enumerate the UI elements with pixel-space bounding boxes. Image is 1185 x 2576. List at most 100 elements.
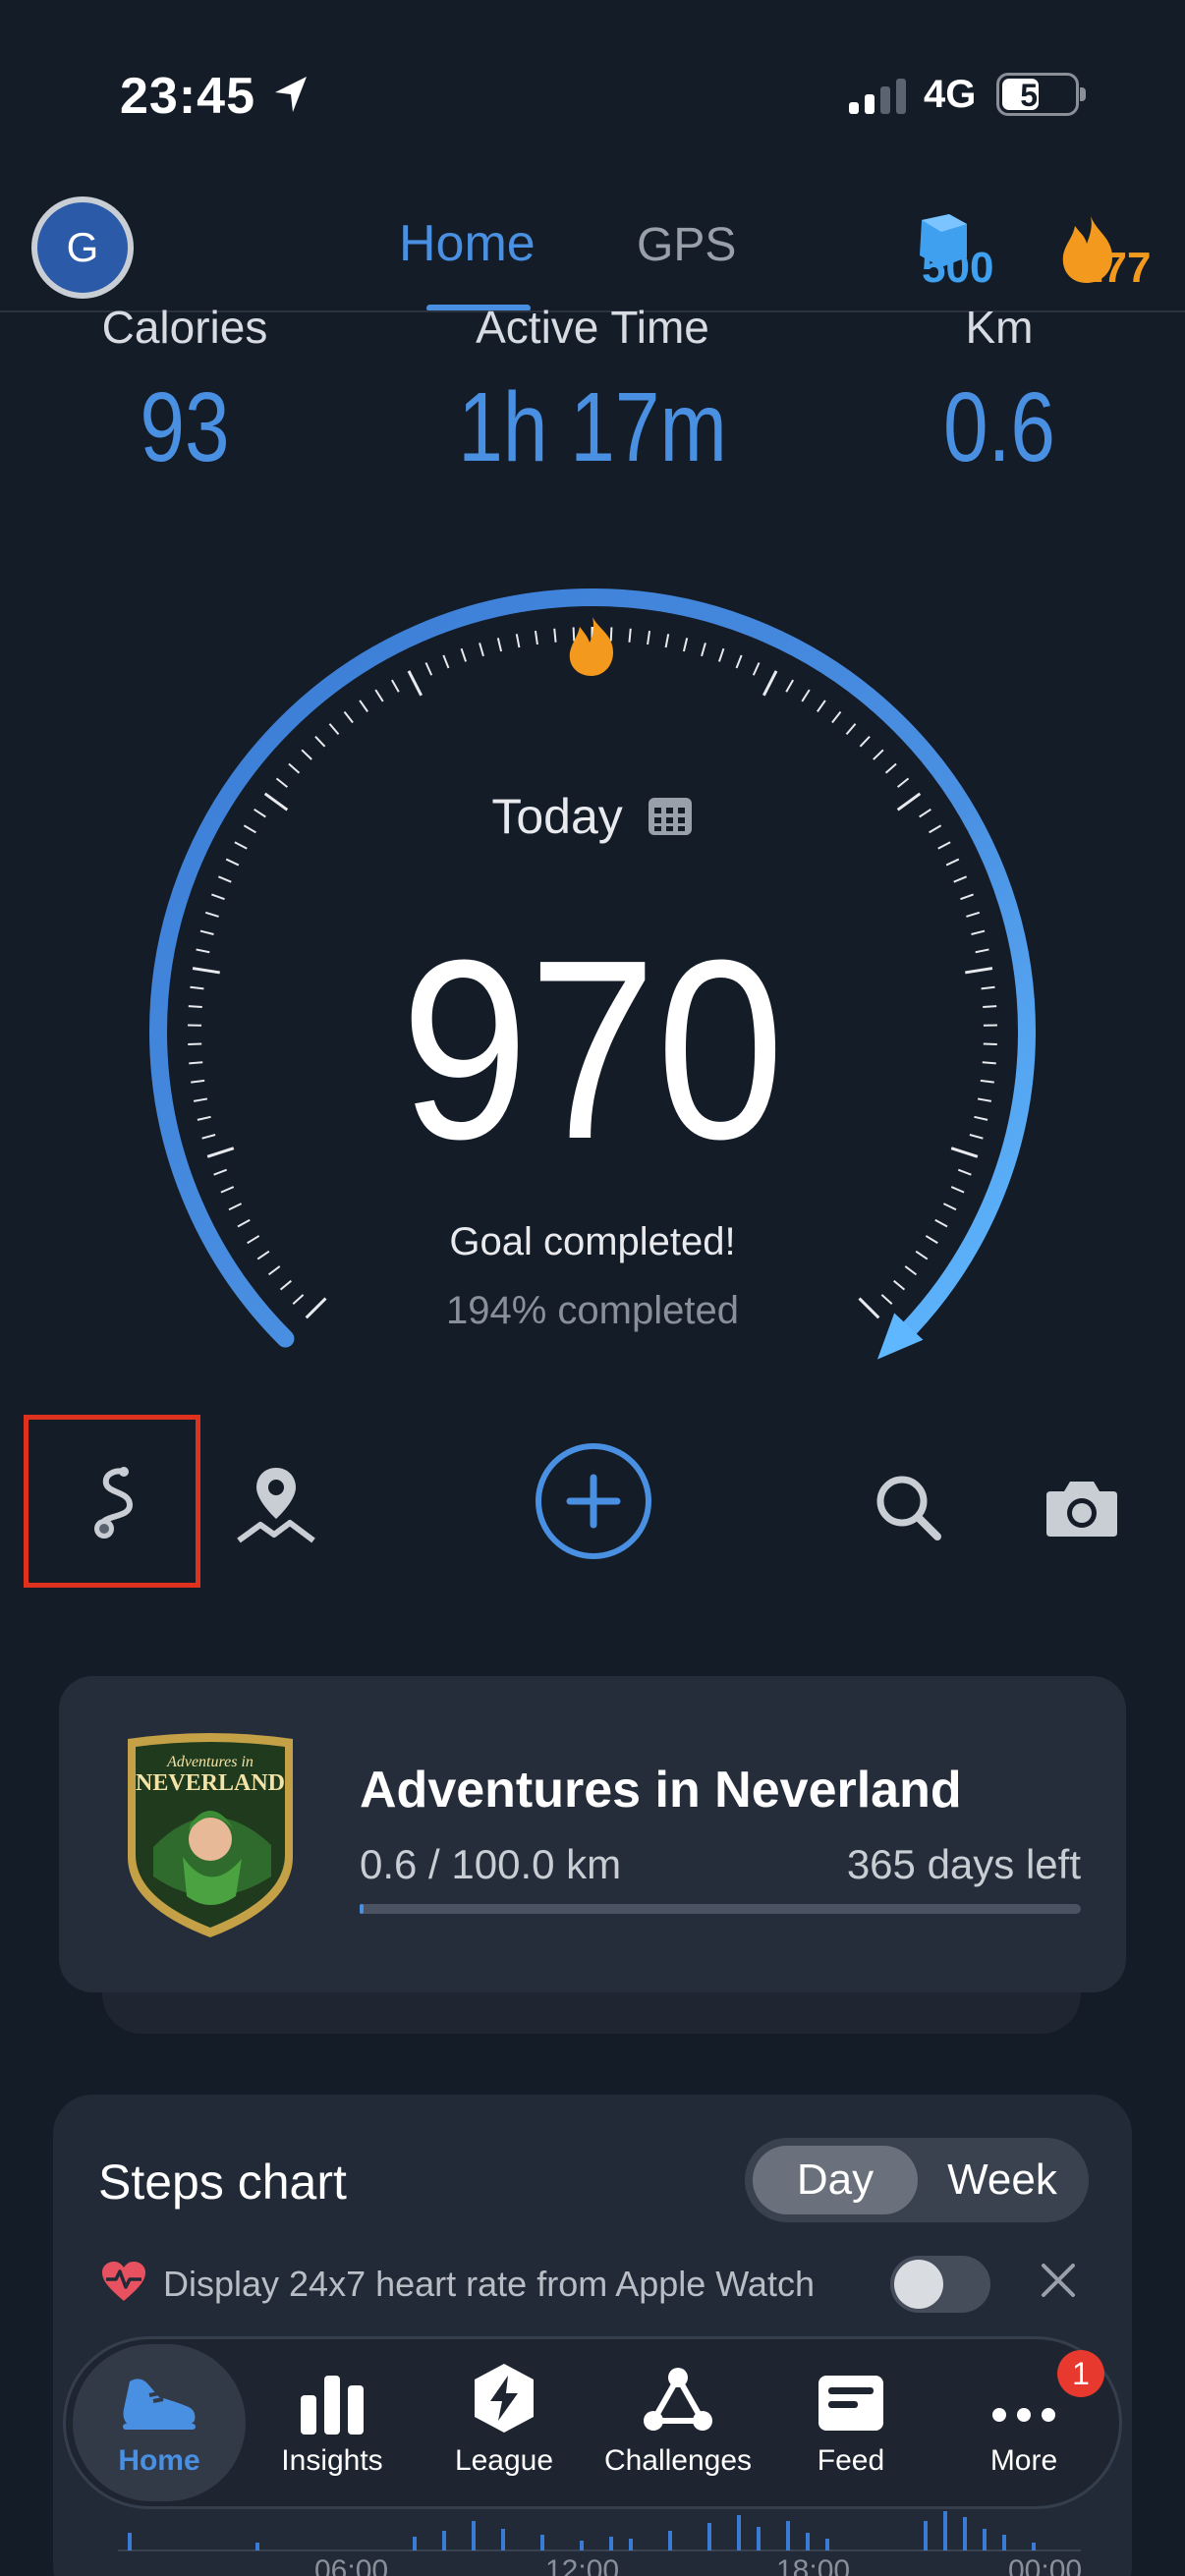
map-pin-button[interactable] bbox=[222, 1454, 330, 1552]
map-pin-icon bbox=[237, 1468, 315, 1543]
today-selector[interactable]: Today bbox=[0, 788, 1185, 845]
bar-chart-icon bbox=[301, 2376, 364, 2435]
gauge-tick bbox=[407, 670, 423, 697]
step-bar bbox=[442, 2531, 446, 2550]
add-activity-button[interactable] bbox=[531, 1438, 656, 1564]
stat-calories-label: Calories bbox=[101, 302, 268, 353]
gauge-tick bbox=[664, 634, 670, 648]
time-label-12: 12:00 bbox=[545, 2554, 620, 2576]
step-bar bbox=[668, 2531, 672, 2550]
step-bar bbox=[609, 2537, 613, 2550]
nav-insights-label: Insights bbox=[281, 2444, 383, 2477]
gauge-tick bbox=[391, 679, 400, 693]
gauge-tick bbox=[211, 893, 225, 901]
route-button[interactable] bbox=[55, 1454, 173, 1552]
gauge-tick bbox=[873, 749, 884, 760]
search-button[interactable] bbox=[859, 1458, 957, 1556]
add-icon bbox=[536, 1443, 651, 1559]
route-icon bbox=[94, 1467, 134, 1539]
goal-status: Goal completed! bbox=[449, 1220, 736, 1263]
profile-avatar[interactable]: G bbox=[31, 196, 134, 299]
location-arrow-icon bbox=[275, 77, 307, 112]
gauge-tick bbox=[904, 1265, 918, 1276]
period-label: Today bbox=[491, 789, 623, 844]
close-icon[interactable] bbox=[1038, 2260, 1079, 2301]
gauge-tick bbox=[314, 735, 326, 748]
gauge-tick bbox=[859, 735, 871, 748]
avatar-initial: G bbox=[66, 224, 99, 270]
step-bar bbox=[737, 2515, 741, 2550]
triangle-nodes-icon bbox=[644, 2368, 712, 2431]
step-bar bbox=[540, 2535, 544, 2550]
goal-percent: 194% completed bbox=[446, 1289, 739, 1332]
challenge-progress-fill bbox=[360, 1904, 365, 1914]
gauge-tick bbox=[343, 710, 354, 724]
nav-feed-label: Feed bbox=[817, 2444, 885, 2477]
nav-more-label: More bbox=[989, 2444, 1058, 2477]
step-bar bbox=[963, 2517, 967, 2550]
battery-level: 50 bbox=[1020, 78, 1055, 113]
stat-active-time-label: Active Time bbox=[476, 302, 709, 353]
tab-home[interactable]: Home bbox=[399, 214, 536, 273]
gauge-tick bbox=[682, 638, 689, 652]
shoe-icon bbox=[123, 2379, 196, 2430]
stat-calories-value: 93 bbox=[140, 372, 230, 482]
goal-flame-icon bbox=[569, 617, 613, 676]
gauge-tick bbox=[953, 875, 968, 883]
nav-home[interactable]: Home bbox=[76, 2346, 243, 2499]
time-label-00: 00:00 bbox=[1008, 2554, 1083, 2576]
segment-week[interactable]: Week bbox=[924, 2146, 1081, 2214]
nav-challenges-label: Challenges bbox=[603, 2444, 753, 2477]
gauge-tick bbox=[701, 643, 706, 657]
cellular-signal-icon bbox=[849, 77, 906, 114]
search-icon bbox=[876, 1476, 941, 1540]
gauge-tick bbox=[288, 762, 301, 774]
nav-feed[interactable]: Feed bbox=[767, 2346, 934, 2499]
stat-active-time-value: 1h 17m bbox=[458, 372, 727, 482]
step-bar bbox=[983, 2529, 987, 2550]
gauge-tick bbox=[572, 627, 576, 642]
gauge-tick bbox=[479, 643, 484, 657]
gauge-tick bbox=[553, 628, 557, 643]
camera-button[interactable] bbox=[1028, 1458, 1136, 1556]
step-bar bbox=[1032, 2543, 1036, 2550]
time-label-06: 06:00 bbox=[314, 2554, 389, 2576]
gauge-tick bbox=[945, 858, 960, 867]
step-bar bbox=[806, 2533, 810, 2550]
step-bar bbox=[128, 2533, 132, 2550]
gauge-tick bbox=[831, 710, 842, 724]
status-time: 23:45 bbox=[120, 68, 255, 125]
step-bar bbox=[580, 2541, 584, 2550]
challenge-title: Adventures in Neverland bbox=[360, 1762, 962, 1819]
step-bar bbox=[943, 2511, 947, 2550]
gauge-tick bbox=[442, 654, 450, 669]
steps-chart-title: Steps chart bbox=[98, 2155, 347, 2210]
gauge-tick bbox=[217, 875, 232, 883]
step-bar bbox=[255, 2543, 259, 2550]
nav-insights[interactable]: Insights bbox=[249, 2346, 416, 2499]
battery-icon: 50 bbox=[996, 73, 1086, 116]
step-bar bbox=[786, 2521, 790, 2550]
nav-challenges[interactable]: Challenges bbox=[594, 2346, 762, 2499]
network-type: 4G bbox=[924, 73, 977, 116]
gauge-tick bbox=[267, 1265, 281, 1276]
heart-rate-toggle[interactable] bbox=[890, 2256, 990, 2313]
nav-league[interactable]: League bbox=[421, 2346, 588, 2499]
step-bar bbox=[757, 2527, 761, 2550]
challenge-days-left: 365 days left bbox=[846, 1841, 1081, 1887]
heart-rate-icon bbox=[102, 2262, 145, 2301]
segment-day[interactable]: Day bbox=[753, 2146, 918, 2214]
nav-league-label: League bbox=[454, 2444, 554, 2477]
more-notification-badge: 1 bbox=[1057, 2350, 1104, 2397]
time-label-18: 18:00 bbox=[776, 2554, 851, 2576]
gauge-tick bbox=[301, 749, 312, 760]
step-bar bbox=[825, 2539, 829, 2550]
gauge-tick bbox=[845, 723, 857, 736]
gauge-tick bbox=[762, 670, 778, 697]
step-bar bbox=[472, 2521, 476, 2550]
badge-subtitle: Adventures in bbox=[166, 1754, 254, 1770]
tab-gps[interactable]: GPS bbox=[637, 218, 736, 272]
step-bar bbox=[924, 2521, 928, 2550]
gem-count: 500 bbox=[922, 244, 994, 292]
gauge-tick bbox=[896, 777, 910, 788]
